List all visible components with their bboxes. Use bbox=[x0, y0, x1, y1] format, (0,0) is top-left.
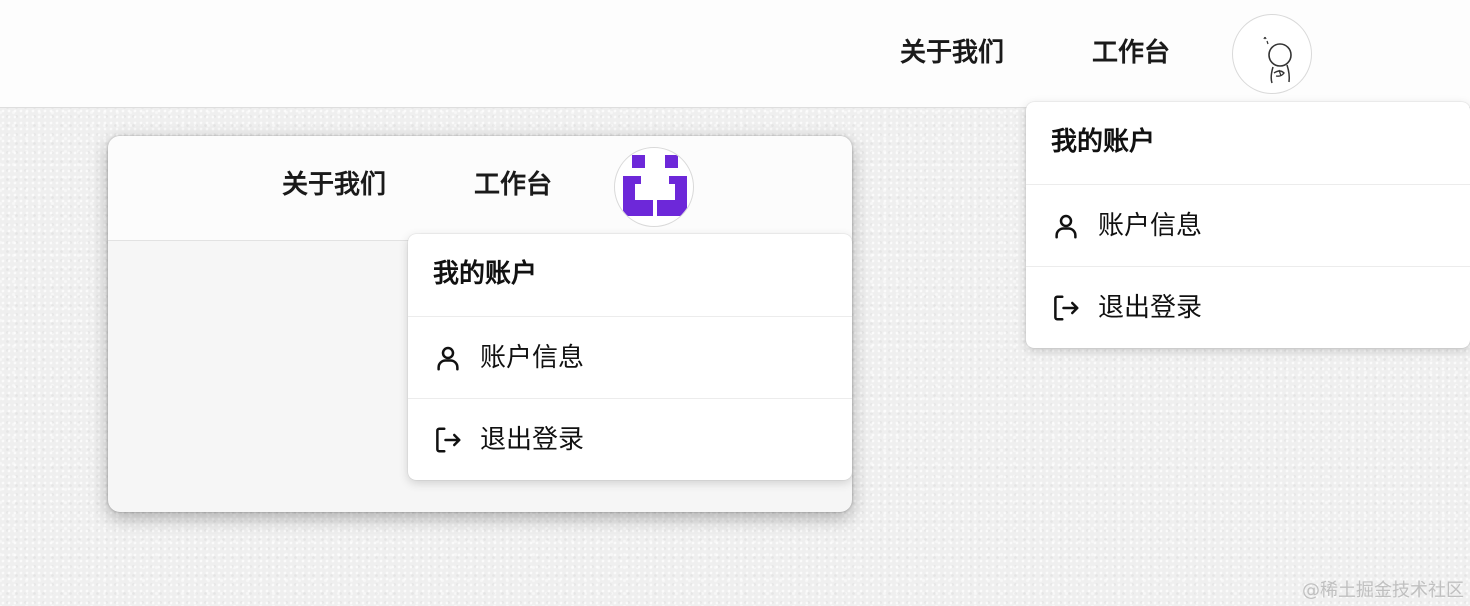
preview-nav-link-workbench[interactable]: 工作台 bbox=[474, 172, 552, 198]
preview-menu-title: 我的账户 bbox=[433, 259, 538, 289]
preview-menu-item-label: 账户信息 bbox=[480, 343, 585, 373]
nav-link-about[interactable]: 关于我们 bbox=[900, 40, 1004, 66]
menu-header-row: 我的账户 bbox=[1026, 102, 1470, 184]
user-icon bbox=[1055, 214, 1077, 239]
preview-account-dropdown: 我的账户 账户信息 退出登录 bbox=[408, 234, 852, 480]
menu-item-label: 账户信息 bbox=[1098, 211, 1203, 241]
nav-link-workbench[interactable]: 工作台 bbox=[1092, 40, 1170, 66]
preview-nav-link-about[interactable]: 关于我们 bbox=[282, 172, 386, 198]
logout-icon bbox=[1054, 295, 1079, 321]
top-navbar: 关于我们 工作台 bbox=[0, 0, 1470, 108]
user-icon bbox=[437, 346, 459, 371]
watermark: @稀土掘金技术社区 bbox=[1302, 580, 1464, 601]
preview-user-avatar[interactable] bbox=[614, 147, 694, 227]
logout-icon bbox=[436, 427, 461, 453]
preview-card: 关于我们 工作台 我的账户 账户信息 退出登录 bbox=[108, 136, 852, 512]
preview-menu-item-label: 退出登录 bbox=[480, 425, 585, 455]
user-avatar[interactable] bbox=[1232, 14, 1312, 94]
preview-menu-item-account-info[interactable]: 账户信息 bbox=[408, 316, 852, 398]
preview-menu-item-logout[interactable]: 退出登录 bbox=[408, 398, 852, 480]
menu-title: 我的账户 bbox=[1051, 127, 1156, 157]
menu-item-logout[interactable]: 退出登录 bbox=[1026, 266, 1470, 348]
preview-menu-header-row: 我的账户 bbox=[408, 234, 852, 316]
preview-navbar: 关于我们 工作台 bbox=[108, 136, 852, 241]
menu-item-label: 退出登录 bbox=[1098, 293, 1203, 323]
pixel-logo-icon bbox=[623, 155, 687, 216]
sketch-avatar-icon bbox=[1263, 36, 1292, 84]
menu-item-account-info[interactable]: 账户信息 bbox=[1026, 184, 1470, 266]
account-dropdown: 我的账户 账户信息 退出登录 bbox=[1026, 102, 1470, 348]
